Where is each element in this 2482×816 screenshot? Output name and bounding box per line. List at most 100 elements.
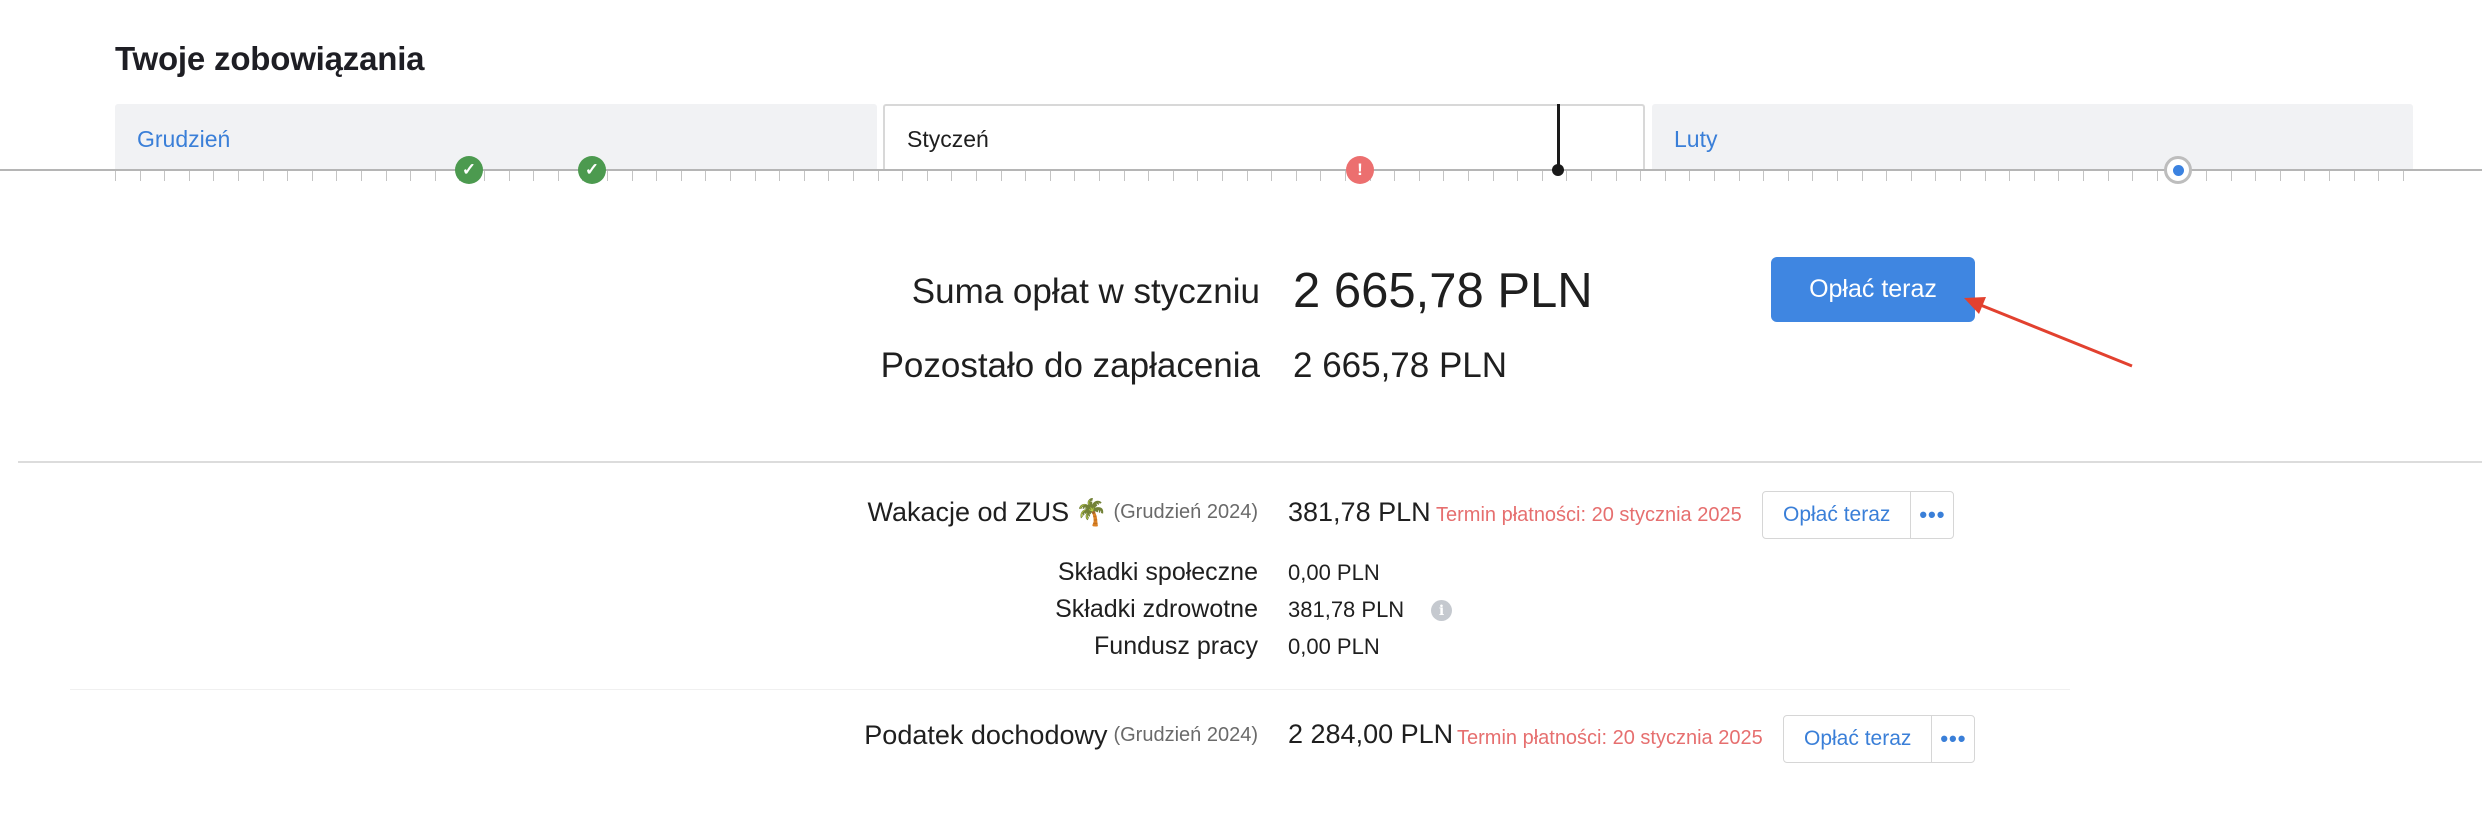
timeline-tick [2255, 171, 2257, 181]
timeline-tick [1295, 171, 1297, 181]
timeline-tick [1689, 171, 1691, 181]
timeline-tick [2156, 171, 2158, 181]
palm-tree-icon: 🌴 [1075, 497, 1108, 527]
timeline-tick [188, 171, 190, 181]
timeline-tick [1935, 171, 1937, 181]
timeline-tick [1787, 171, 1789, 181]
detail-label: Składki społeczne [1057, 558, 1258, 586]
timeline-tick [311, 171, 313, 181]
check-icon[interactable]: ✓ [578, 156, 606, 184]
obligation-title-row: Podatek dochodowy (Grudzień 2024) [864, 720, 1258, 751]
timeline-tick [1664, 171, 1666, 181]
timeline-tick [1271, 171, 1273, 181]
timeline-tick [1492, 171, 1494, 181]
timeline-tick [115, 171, 116, 181]
tab-month-december[interactable]: Grudzień [115, 104, 877, 170]
timeline-tick [1837, 171, 1838, 181]
timeline-tick [853, 171, 854, 181]
exclamation-icon[interactable]: ! [1346, 156, 1374, 184]
timeline-tick [1861, 171, 1863, 181]
timeline-tick [1566, 171, 1568, 181]
timeline-tick [779, 171, 781, 181]
timeline-tick [877, 171, 879, 181]
timeline-tick [385, 171, 387, 181]
detail-value: 381,78 PLN [1288, 597, 1405, 622]
divider [18, 461, 2482, 463]
timeline-tick [1812, 171, 1814, 181]
timeline-tick [2279, 171, 2281, 181]
timeline-tick [287, 171, 289, 181]
timeline-tick [2329, 171, 2330, 181]
info-icon[interactable]: i [1431, 600, 1452, 621]
timeline-tick [1099, 171, 1100, 181]
obligation-actions: Opłać teraz ••• [1783, 715, 1976, 763]
detail-value: 0,00 PLN [1288, 560, 1380, 585]
timeline-tick [1886, 171, 1888, 181]
timeline-tick [533, 171, 535, 181]
tab-month-february[interactable]: Luty [1652, 104, 2413, 170]
obligation-pay-button[interactable]: Opłać teraz [1763, 492, 1912, 538]
divider [70, 689, 2070, 690]
timeline-tick [2107, 171, 2109, 181]
more-options-icon[interactable]: ••• [1911, 492, 1953, 538]
sum-value: 2 665,78 PLN [1293, 264, 1593, 318]
timeline-tick [926, 171, 928, 181]
pay-now-button[interactable]: Opłać teraz [1771, 257, 1975, 322]
timeline-tick [1074, 171, 1076, 181]
tab-month-label: Styczeń [907, 126, 989, 152]
tab-month-january[interactable]: Styczeń [883, 104, 1645, 170]
timeline-tick [656, 171, 658, 181]
timeline-tick [1148, 171, 1150, 181]
today-indicator [1557, 104, 1560, 170]
timeline-tick [434, 171, 436, 181]
timeline-tick [1738, 171, 1740, 181]
obligation-due-date: Termin płatności: 20 stycznia 2025 [1436, 504, 1742, 526]
upcoming-dot-icon[interactable] [2164, 156, 2192, 184]
timeline-tick [730, 171, 731, 181]
timeline-tick [484, 171, 485, 181]
obligation-actions: Opłać teraz ••• [1762, 491, 1955, 539]
timeline-tick [2058, 171, 2060, 181]
obligation-due-date: Termin płatności: 20 stycznia 2025 [1457, 727, 1763, 749]
tab-month-label: Grudzień [137, 126, 231, 152]
timeline-tick [1246, 171, 1248, 181]
timeline-tick [828, 171, 830, 181]
obligation-amount: 2 284,00 PLN [1288, 719, 1454, 749]
timeline-tick [607, 171, 608, 181]
timeline-tick [238, 171, 239, 181]
detail-label: Składki zdrowotne [1055, 595, 1258, 623]
timeline-tick [1418, 171, 1420, 181]
remaining-value: 2 665,78 PLN [1293, 346, 1508, 385]
timeline-tick [1541, 171, 1543, 181]
obligation-pay-button[interactable]: Opłać teraz [1784, 716, 1933, 762]
timeline-tick [1468, 171, 1469, 181]
timeline-tick [1714, 171, 1715, 181]
sum-label: Suma opłat w styczniu [911, 272, 1260, 311]
timeline-tick [508, 171, 510, 181]
timeline-tick [1591, 171, 1592, 181]
tab-month-label: Luty [1674, 126, 1718, 152]
timeline-tick [336, 171, 338, 181]
timeline-tick [164, 171, 166, 181]
obligation-title: Podatek dochodowy [864, 720, 1108, 750]
timeline-tick [2353, 171, 2355, 181]
timeline-tick [139, 171, 141, 181]
timeline-tick [1049, 171, 1051, 181]
more-options-icon[interactable]: ••• [1932, 716, 1974, 762]
timeline-tick [754, 171, 756, 181]
timeline-tick [1960, 171, 1961, 181]
timeline-tick [1222, 171, 1223, 181]
timeline-tick [1763, 171, 1765, 181]
timeline-tick [1197, 171, 1199, 181]
timeline-tick [2132, 171, 2134, 181]
timeline-tick [2230, 171, 2232, 181]
annotation-arrow-icon [1964, 297, 2133, 368]
today-indicator-dot [1552, 164, 1564, 176]
page-title: Twoje zobowiązania [115, 40, 425, 77]
timeline-tick [1320, 171, 1322, 181]
timeline-tick [1443, 171, 1445, 181]
timeline-tick [1984, 171, 1986, 181]
timeline-tick [1615, 171, 1617, 181]
timeline-tick [631, 171, 633, 181]
check-icon[interactable]: ✓ [455, 156, 483, 184]
